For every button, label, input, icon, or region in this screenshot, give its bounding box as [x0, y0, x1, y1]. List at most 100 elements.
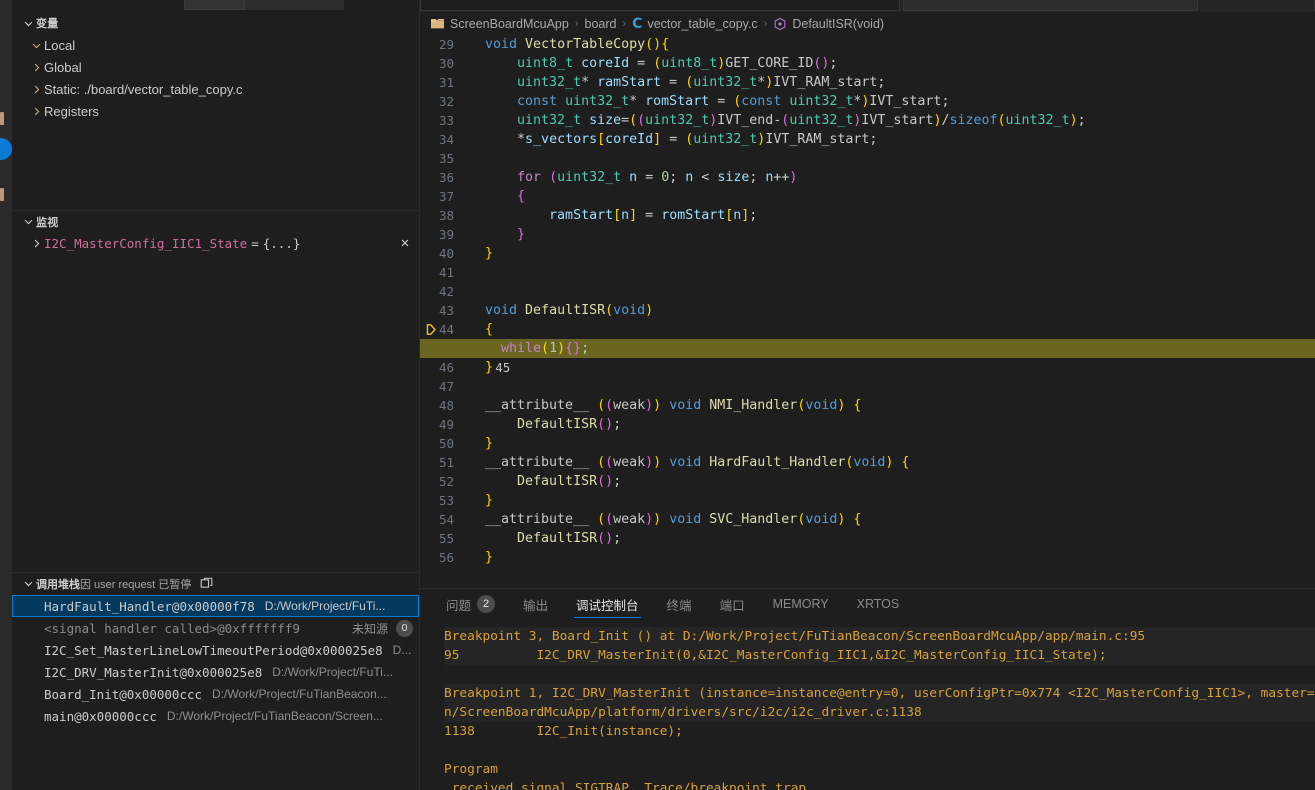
split-editor-icon[interactable]: [197, 575, 215, 593]
line-content: [468, 377, 1315, 396]
callstack-frame-i2c-set-masterlinelowtimeoutperiod[interactable]: I2C_Set_MasterLineLowTimeoutPeriod@0x000…: [12, 639, 419, 661]
callstack-frame-hardfault-handler[interactable]: HardFault_Handler@0x00000f78 D:/Work/Pro…: [12, 595, 419, 617]
line-content: for (uint32_t n = 0; n < size; n++): [517, 170, 798, 185]
line-content: }: [485, 493, 494, 508]
variables-item-registers[interactable]: Registers: [12, 100, 419, 122]
callstack-frame-main[interactable]: main@0x00000ccc D:/Work/Project/FuTianBe…: [12, 705, 419, 727]
line-number: 32: [438, 94, 454, 109]
code-line-51: 51 __attribute__ ((weak)) void HardFault_…: [420, 453, 1315, 472]
line-content: const uint32_t* romStart = (const uint32…: [517, 94, 950, 109]
variables-item-label: Static: ./board/vector_table_copy.c: [44, 81, 243, 97]
line-content: void VectorTableCopy(){: [485, 37, 670, 52]
folder-icon: [431, 19, 444, 29]
callstack-title: 调用堆栈: [36, 578, 80, 591]
code-line-32: 32 const uint32_t* romStart = (const uin…: [420, 92, 1315, 111]
frame-function: Board_Init@0x00000ccc: [44, 686, 203, 702]
code-editor[interactable]: 29 void VectorTableCopy(){ 30 uint8_t cor…: [420, 35, 1315, 588]
breadcrumb-label: board: [584, 16, 617, 31]
variables-item-static[interactable]: Static: ./board/vector_table_copy.c: [12, 78, 419, 100]
debug-console-output[interactable]: Breakpoint 3, Board_Init () at D:/Work/P…: [420, 619, 1315, 790]
tab-output[interactable]: 输出: [513, 589, 558, 619]
debug-stackframe-icon[interactable]: [425, 323, 438, 336]
line-number: 55: [438, 531, 454, 546]
chevron-right-icon[interactable]: [28, 235, 44, 251]
line-number: 41: [438, 265, 454, 280]
code-line-45-current: 45 while(1){};: [420, 324, 1315, 375]
line-content: }: [485, 550, 494, 565]
frame-source: D:/Work/Project/FuTi...: [272, 665, 393, 679]
breadcrumb-item-file[interactable]: C vector_table_copy.c: [632, 17, 758, 31]
watch-header[interactable]: 监视: [12, 210, 419, 232]
line-number: 36: [438, 170, 454, 185]
frame-function: I2C_DRV_MasterInit@0x000025e8: [44, 664, 263, 680]
variables-item-global[interactable]: Global: [12, 56, 419, 78]
callstack-frame-i2c-drv-masterinit[interactable]: I2C_DRV_MasterInit@0x000025e8 D:/Work/Pr…: [12, 661, 419, 683]
tab-terminal[interactable]: 终端: [657, 589, 702, 619]
editor-tab-3[interactable]: [1198, 0, 1315, 11]
code-line-53: 53}: [420, 491, 1315, 510]
debug-toolbar-widget-2[interactable]: [244, 0, 344, 10]
callstack-list: HardFault_Handler@0x00000f78 D:/Work/Pro…: [12, 594, 419, 727]
debug-sidebar: 变量 Local Global Static: ./board/vector_t…: [12, 0, 420, 790]
code-line-37: 37 {: [420, 187, 1315, 206]
console-line: Breakpoint 1, I2C_DRV_MasterInit (instan…: [444, 684, 1315, 703]
code-line-56: 56}: [420, 548, 1315, 567]
debug-badge-icon: [0, 138, 12, 160]
variables-title: 变量: [36, 18, 59, 30]
variables-item-label: Local: [44, 37, 76, 53]
line-number: 34: [438, 132, 454, 147]
line-number: 37: [438, 189, 454, 204]
watch-section: 监视 I2C_MasterConfig_IIC1_State = {...} ✕: [12, 210, 419, 572]
callstack-status: 因 user request 已暂停: [80, 576, 191, 592]
tab-problems[interactable]: 问题 2: [436, 589, 505, 619]
callstack-frame-signal-handler[interactable]: <signal handler called>@0xfffffff9 未知源 0: [12, 617, 419, 639]
callstack-frame-board-init[interactable]: Board_Init@0x00000ccc D:/Work/Project/Fu…: [12, 683, 419, 705]
line-number: 51: [438, 455, 454, 470]
console-line: 1138 I2C_Init(instance);: [444, 724, 683, 739]
breadcrumb-separator: ›: [574, 17, 579, 30]
frame-function: I2C_Set_MasterLineLowTimeoutPeriod@0x000…: [44, 642, 383, 658]
frame-function: HardFault_Handler@0x00000f78: [44, 598, 255, 614]
chevron-down-icon: [20, 214, 36, 230]
tab-label: 端口: [719, 598, 745, 613]
editor-tab-active[interactable]: [420, 0, 900, 11]
watch-expression-name: I2C_MasterConfig_IIC1_State: [44, 235, 248, 251]
variables-item-label: Global: [44, 59, 82, 75]
line-content: DefaultISR();: [517, 531, 622, 546]
line-number: 46: [438, 360, 454, 375]
line-content: }: [485, 360, 494, 375]
frame-source: D:/Work/Project/FuTianBeacon/Screen...: [166, 709, 383, 723]
breadcrumb-item-folder[interactable]: board: [585, 17, 617, 31]
breadcrumb-item-project[interactable]: ScreenBoardMcuApp: [430, 17, 569, 31]
code-line-44: 44{: [420, 320, 1315, 339]
variables-tree: Local Global Static: ./board/vector_tabl…: [12, 34, 419, 210]
line-content: uint32_t size=((uint32_t)IVT_end-(uint32…: [517, 113, 1086, 128]
tab-ports[interactable]: 端口: [710, 589, 755, 619]
symbol-method-icon: [775, 17, 786, 30]
frame-count-badge: 0: [396, 619, 413, 637]
code-line-52: 52 DefaultISR();: [420, 472, 1315, 491]
callstack-header[interactable]: 调用堆栈 因 user request 已暂停: [12, 572, 419, 594]
variables-header[interactable]: 变量: [12, 12, 419, 34]
line-content: *s_vectors[coreId] = (uint32_t)IVT_RAM_s…: [517, 132, 878, 147]
code-line-34: 34 *s_vectors[coreId] = (uint32_t)IVT_RA…: [420, 130, 1315, 149]
tab-label: XRTOS: [856, 597, 900, 611]
line-content: [468, 149, 1315, 168]
editor-tab-2[interactable]: [903, 0, 1198, 11]
problems-count-badge: 2: [477, 595, 496, 613]
code-line-39: 39 }: [420, 225, 1315, 244]
breadcrumb-item-symbol[interactable]: DefaultISR(void): [773, 17, 884, 31]
close-icon[interactable]: ✕: [397, 235, 413, 251]
variables-item-local[interactable]: Local: [12, 34, 419, 56]
tab-xrtos[interactable]: XRTOS: [847, 589, 910, 619]
tab-memory[interactable]: MEMORY: [763, 589, 839, 619]
watch-title: 监视: [36, 216, 59, 229]
tab-label: 终端: [666, 598, 692, 613]
watch-item[interactable]: I2C_MasterConfig_IIC1_State = {...} ✕: [12, 232, 419, 254]
line-content: DefaultISR();: [517, 474, 622, 489]
code-line-31: 31 uint32_t* ramStart = (uint32_t*)IVT_R…: [420, 73, 1315, 92]
tab-debug-console[interactable]: 调试控制台: [566, 589, 649, 619]
line-number: 35: [438, 151, 454, 166]
tab-label: 输出: [523, 598, 549, 613]
frame-source: D...: [392, 643, 412, 657]
